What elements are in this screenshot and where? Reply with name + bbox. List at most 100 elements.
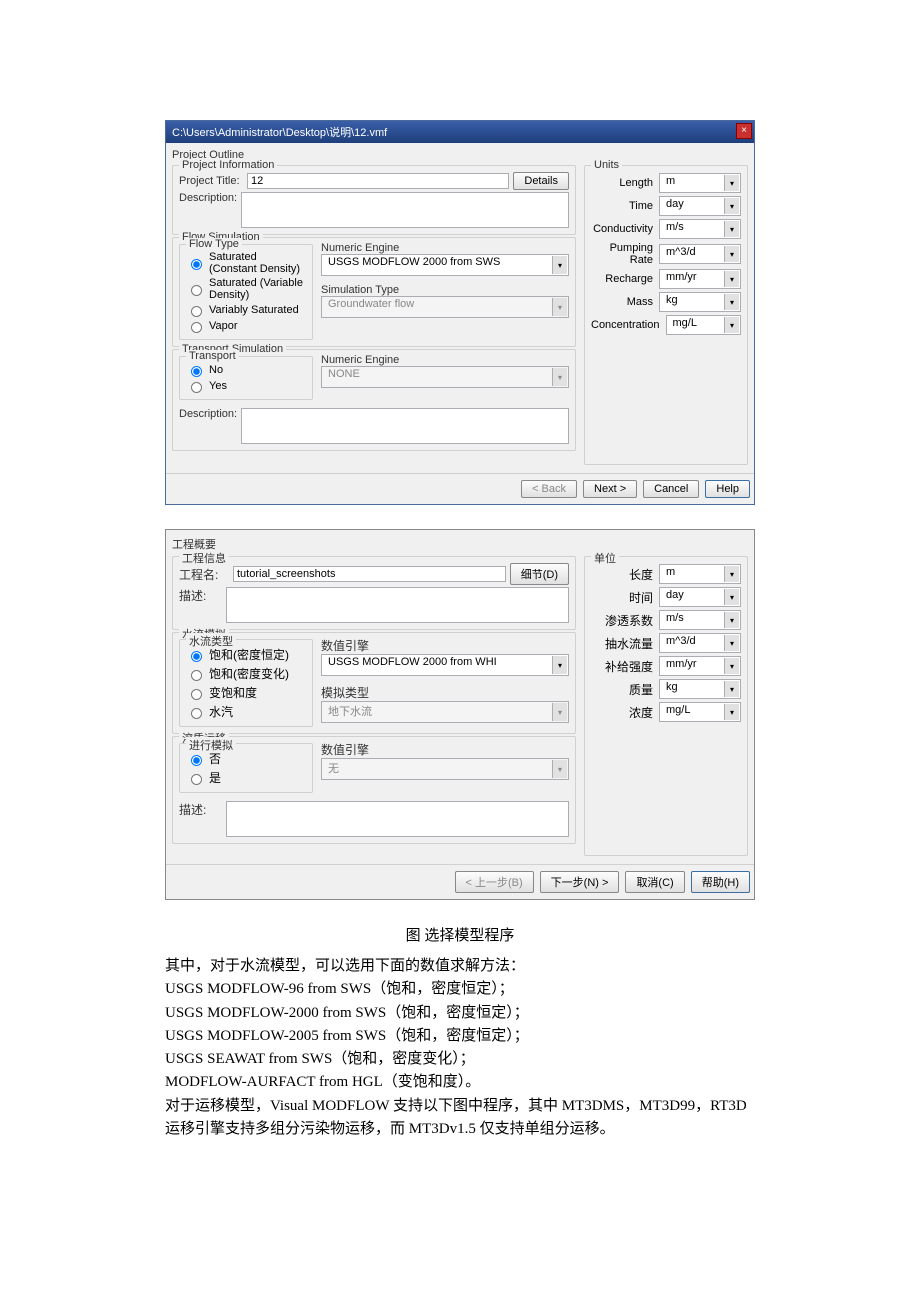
body-text: 其中，对于水流模型，可以选用下面的数值求解方法：USGS MODFLOW-96 … — [165, 955, 755, 1141]
flow-sim-group: 水流模拟 水流类型 饱和(密度恒定) 饱和(密度变化) 变饱和度 水汽 数值引擎… — [172, 632, 576, 734]
flow-vapor-radio[interactable] — [191, 708, 202, 719]
project-name-input[interactable] — [233, 566, 506, 582]
close-icon[interactable]: × — [736, 123, 752, 139]
chevron-down-icon: ▾ — [724, 221, 739, 237]
flow-sat-var-radio[interactable] — [191, 670, 202, 681]
window-title: C:\Users\Administrator\Desktop\说明\12.vmf — [172, 127, 387, 139]
flow-sim-group: Flow Simulation Flow Type Saturated (Con… — [172, 237, 576, 347]
help-button[interactable]: Help — [705, 480, 750, 498]
numeric-engine-select[interactable]: USGS MODFLOW 2000 from SWS▾ — [321, 254, 569, 276]
transport-sim-group: 溶质运移 进行模拟 否 是 数值引擎 无▾ 描述: — [172, 736, 576, 844]
unit-label: 抽水流量 — [591, 635, 659, 652]
transport-desc-input[interactable] — [226, 801, 569, 837]
title-bar: C:\Users\Administrator\Desktop\说明\12.vmf… — [166, 121, 754, 143]
chevron-down-icon: ▾ — [552, 703, 567, 721]
sim-type-select: Groundwater flow▾ — [321, 296, 569, 318]
cancel-button[interactable]: Cancel — [643, 480, 699, 498]
transport-desc-input[interactable] — [241, 408, 569, 444]
transport-sim-group: Transport Simulation Transport No Yes Nu… — [172, 349, 576, 451]
next-button[interactable]: Next > — [583, 480, 637, 498]
flow-varsat-radio[interactable] — [191, 689, 202, 700]
chevron-down-icon: ▾ — [724, 681, 739, 697]
chevron-down-icon: ▾ — [552, 298, 567, 316]
chevron-down-icon: ▾ — [724, 317, 739, 333]
chevron-down-icon: ▾ — [724, 635, 739, 651]
chevron-down-icon: ▾ — [724, 704, 739, 720]
chevron-down-icon: ▾ — [724, 589, 739, 605]
chevron-down-icon: ▾ — [724, 246, 739, 262]
chevron-down-icon: ▾ — [724, 271, 739, 287]
chevron-down-icon: ▾ — [552, 656, 567, 674]
description-label: Description: — [179, 192, 237, 204]
unit-label: Pumping Rate — [591, 242, 659, 266]
flow-varsat-radio[interactable] — [191, 306, 202, 317]
chevron-down-icon: ▾ — [552, 760, 567, 778]
unit-select[interactable]: mg/L▾ — [659, 702, 741, 722]
transport-yes-radio[interactable] — [191, 774, 202, 785]
unit-select[interactable]: mg/L▾ — [666, 315, 742, 335]
next-button[interactable]: 下一步(N) > — [540, 871, 620, 893]
unit-label: Recharge — [591, 273, 659, 285]
back-button: < Back — [521, 480, 577, 498]
description-input[interactable] — [226, 587, 569, 623]
flow-sat-const-radio[interactable] — [191, 651, 202, 662]
chevron-down-icon: ▾ — [724, 294, 739, 310]
chevron-down-icon: ▾ — [724, 198, 739, 214]
transport-yes-radio[interactable] — [191, 382, 202, 393]
unit-label: 渗透系数 — [591, 612, 659, 629]
unit-select[interactable]: kg▾ — [659, 292, 741, 312]
help-button[interactable]: 帮助(H) — [691, 871, 750, 893]
transport-no-radio[interactable] — [191, 755, 202, 766]
chevron-down-icon: ▾ — [724, 612, 739, 628]
unit-select[interactable]: m^3/d▾ — [659, 244, 741, 264]
dialog-english: C:\Users\Administrator\Desktop\说明\12.vmf… — [165, 120, 755, 505]
units-group: 单位 长度m▾时间day▾渗透系数m/s▾抽水流量m^3/d▾补给强度mm/yr… — [584, 556, 748, 856]
description-input[interactable] — [241, 192, 569, 228]
numeric-engine-select[interactable]: USGS MODFLOW 2000 from WHI▾ — [321, 654, 569, 676]
transport-engine-select: 无▾ — [321, 758, 569, 780]
transport-no-radio[interactable] — [191, 366, 202, 377]
back-button: < 上一步(B) — [455, 871, 534, 893]
chevron-down-icon: ▾ — [724, 658, 739, 674]
units-group: Units Lengthm▾Timeday▾Conductivitym/s▾Pu… — [584, 165, 748, 465]
unit-select[interactable]: day▾ — [659, 587, 741, 607]
unit-select[interactable]: m/s▾ — [659, 219, 741, 239]
details-button[interactable]: Details — [513, 172, 569, 190]
unit-select[interactable]: mm/yr▾ — [659, 656, 741, 676]
dialog-chinese: 工程概要 工程信息 工程名: 细节(D) 描述: 水流模拟 水流类型 饱和(密度… — [165, 529, 755, 900]
chevron-down-icon: ▾ — [552, 256, 567, 274]
unit-select[interactable]: m^3/d▾ — [659, 633, 741, 653]
unit-label: Mass — [591, 296, 659, 308]
unit-select[interactable]: m▾ — [659, 564, 741, 584]
chevron-down-icon: ▾ — [724, 175, 739, 191]
unit-select[interactable]: m/s▾ — [659, 610, 741, 630]
unit-label: Conductivity — [591, 223, 659, 235]
unit-select[interactable]: mm/yr▾ — [659, 269, 741, 289]
unit-select[interactable]: day▾ — [659, 196, 741, 216]
unit-label: 长度 — [591, 566, 659, 583]
unit-label: 质量 — [591, 681, 659, 698]
project-info-group: 工程信息 工程名: 细节(D) 描述: — [172, 556, 576, 630]
sim-type-select: 地下水流▾ — [321, 701, 569, 723]
project-outline: 工程概要 — [172, 536, 748, 552]
details-button[interactable]: 细节(D) — [510, 563, 569, 585]
unit-label: 时间 — [591, 589, 659, 606]
project-title-input[interactable] — [247, 173, 509, 189]
cancel-button[interactable]: 取消(C) — [625, 871, 684, 893]
project-info-group: Project Information Project Title: Detai… — [172, 165, 576, 235]
chevron-down-icon: ▾ — [552, 368, 567, 386]
project-title-label: Project Title: — [179, 175, 243, 187]
unit-select[interactable]: m▾ — [659, 173, 741, 193]
flow-sat-const-radio[interactable] — [191, 259, 202, 270]
flow-sat-var-radio[interactable] — [191, 285, 202, 296]
unit-select[interactable]: kg▾ — [659, 679, 741, 699]
flow-vapor-radio[interactable] — [191, 322, 202, 333]
unit-label: 补给强度 — [591, 658, 659, 675]
unit-label: Concentration — [591, 319, 666, 331]
figure-caption: 图 选择模型程序 — [165, 924, 755, 945]
transport-engine-select: NONE▾ — [321, 366, 569, 388]
unit-label: Time — [591, 200, 659, 212]
unit-label: 浓度 — [591, 704, 659, 721]
unit-label: Length — [591, 177, 659, 189]
chevron-down-icon: ▾ — [724, 566, 739, 582]
